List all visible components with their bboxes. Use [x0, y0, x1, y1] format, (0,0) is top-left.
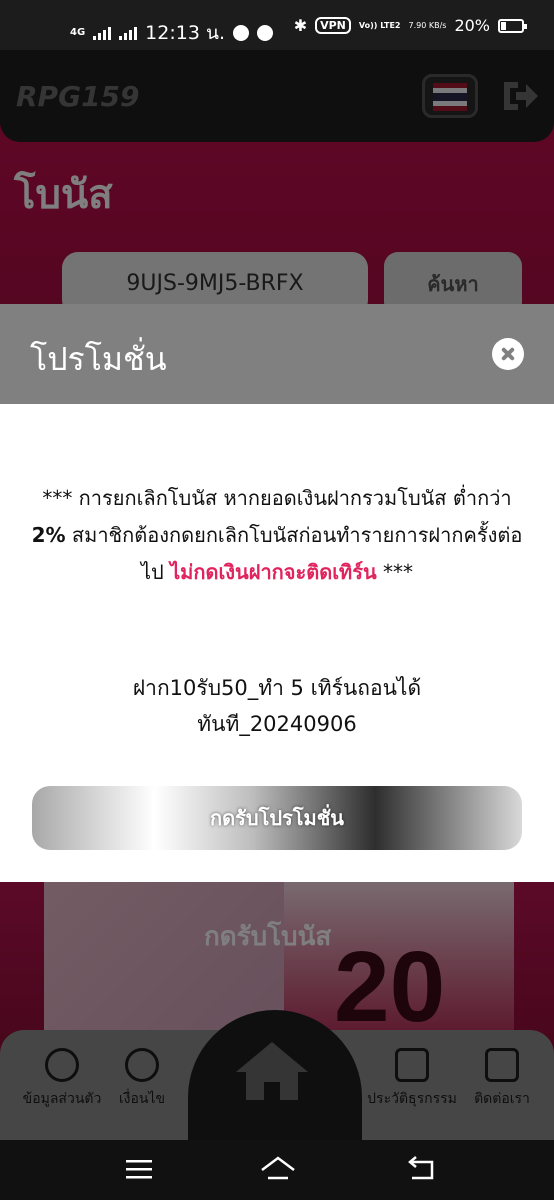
signal-icon — [93, 26, 112, 40]
globe-icon — [257, 25, 273, 41]
bonus-cancel-notice: *** การยกเลิกโบนัส หากยอดเงินฝากรวมโบนัส… — [31, 486, 523, 584]
network-speed: 7.90 KB/s — [408, 21, 447, 30]
vpn-badge: VPN — [315, 17, 351, 34]
system-nav-bar — [0, 1140, 554, 1200]
back-icon[interactable] — [404, 1154, 438, 1184]
claim-promotion-button[interactable]: กดรับโปรโมชั่น — [32, 786, 522, 850]
clock: 12:13 น. — [145, 22, 225, 44]
notice-percent: 2% — [31, 523, 66, 547]
network-type: 4G — [70, 27, 86, 38]
bluetooth-icon: ✱ — [293, 16, 308, 35]
home-nav-icon[interactable] — [258, 1154, 298, 1184]
promotion-modal: โปรโมชั่น *** การยกเลิกโบนัส หากยอดเงินฝ… — [0, 304, 554, 882]
notice-warning: ไม่กดเงินฝากจะติดเทิร์น — [170, 560, 377, 584]
modal-header: โปรโมชั่น — [0, 304, 554, 404]
menu-icon[interactable] — [122, 1154, 156, 1184]
promotion-name: ฝาก10รับ50_ทำ 5 เทิร์นถอนได้ ทันที_20240… — [132, 676, 422, 736]
battery-percent: 20% — [454, 16, 490, 35]
volte-indicator: Vo)) LTE2 — [358, 21, 401, 30]
close-icon[interactable] — [492, 338, 524, 370]
compass-icon — [233, 25, 249, 41]
signal-2-icon — [119, 26, 138, 40]
modal-title: โปรโมชั่น — [30, 340, 167, 378]
battery-icon — [498, 18, 527, 33]
